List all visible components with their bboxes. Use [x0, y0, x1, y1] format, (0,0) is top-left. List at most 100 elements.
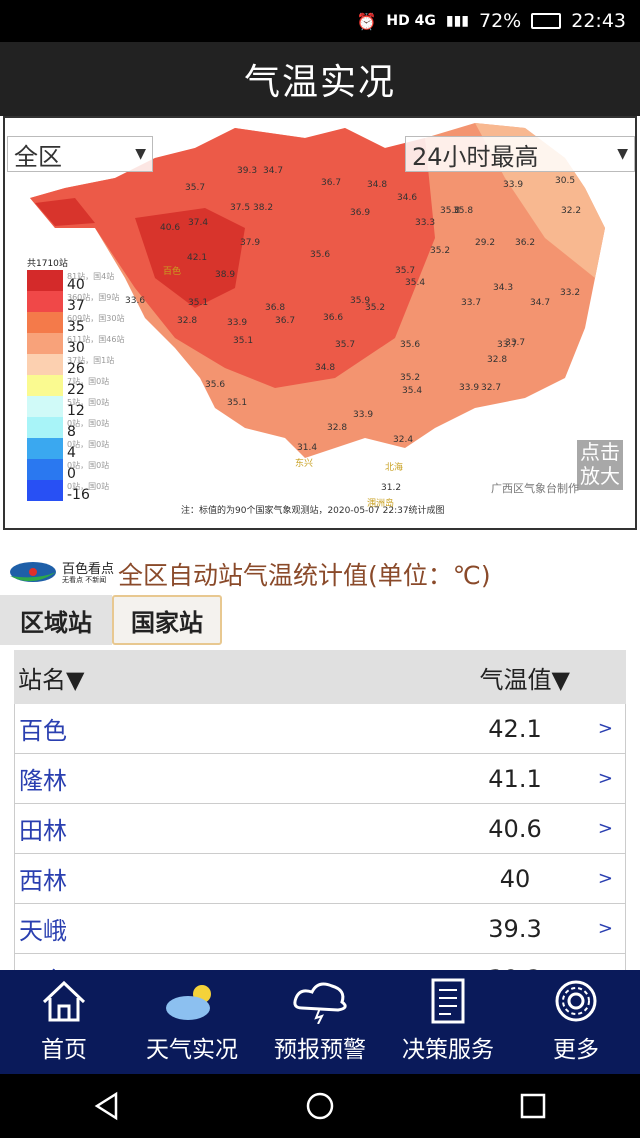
station-value: 35.2 [365, 303, 386, 313]
station-value: 36.8 [265, 303, 286, 313]
nav-label: 天气实况 [146, 1037, 238, 1063]
region-select[interactable]: 全区 ▼ [7, 136, 153, 172]
nav-label: 预报预警 [274, 1037, 366, 1063]
nav-label: 更多 [553, 1037, 599, 1063]
home-circle-icon[interactable] [305, 1091, 335, 1121]
table-row[interactable]: 天峨 39.3 > [14, 904, 626, 954]
table-row[interactable]: 田东39.2> [14, 954, 626, 970]
table-row[interactable]: 百色 42.1 > [14, 704, 626, 754]
legend-swatch [27, 312, 63, 333]
station-value: 35.2 [400, 373, 421, 383]
station-value: 36.2 [515, 238, 536, 248]
station-name: 东兴 [295, 459, 314, 469]
chevron-down-icon: ▼ [617, 146, 628, 162]
tab-national[interactable]: 国家站 [112, 595, 222, 645]
table-row[interactable]: 田林 40.6 > [14, 804, 626, 854]
station-value: 35.6 [400, 340, 421, 350]
station-value: 38.2 [253, 203, 274, 213]
station-value: 36.9 [350, 208, 371, 218]
nav-warning[interactable]: 预报预警 [256, 970, 384, 1074]
element-value: 24小时最高 [412, 142, 539, 171]
temperature-value: 42.1 [488, 714, 542, 743]
station-value: 35.7 [395, 266, 416, 276]
station-name-link[interactable]: 隆林 [19, 761, 67, 796]
station-name: 北海 [385, 463, 404, 473]
recents-icon[interactable] [518, 1091, 548, 1121]
station-value: 33.7 [461, 298, 482, 308]
nav-weather[interactable]: 天气实况 [128, 970, 256, 1074]
station-name-link[interactable]: 百色 [19, 711, 67, 746]
legend-swatch [27, 354, 63, 375]
signal-icon: ▮▮▮ [445, 13, 469, 29]
legend-threshold: 0 [67, 466, 76, 482]
zoom-button[interactable]: 点击放大 [577, 440, 623, 490]
section-title: 全区自动站气温统计值(单位：℃) [118, 561, 491, 590]
chevron-right-icon[interactable]: > [598, 868, 613, 889]
station-name-link[interactable]: 田东 [19, 961, 67, 970]
column-station[interactable]: 站名▼ [18, 660, 84, 695]
system-nav [0, 1074, 640, 1138]
table-header: 站名▼ 气温值▼ [14, 650, 626, 704]
legend-threshold: 37 [67, 298, 85, 314]
station-value: 35.7 [335, 340, 356, 350]
station-value: 30.5 [555, 176, 576, 186]
temperature-table: 站名▼ 气温值▼ 百色 42.1 > 隆林 41.1 > 田林 40.6 > 西林 40 > 天峨 39.… [14, 650, 626, 970]
chevron-right-icon[interactable]: > [598, 818, 613, 839]
station-value: 35.1 [188, 298, 209, 308]
station-value: 35.8 [453, 206, 474, 216]
legend-threshold: -16 [67, 487, 90, 503]
legend-threshold: 35 [67, 319, 85, 335]
chevron-right-icon[interactable]: > [598, 768, 613, 789]
battery-icon [531, 13, 562, 29]
station-value: 37.4 [188, 218, 209, 228]
station-value: 39.3 [237, 166, 258, 176]
nav-more[interactable]: 更多 [512, 970, 640, 1074]
station-value: 31.4 [297, 443, 318, 453]
nav-label: 决策服务 [402, 1037, 494, 1063]
storm-icon [293, 982, 347, 1024]
station-value: 35.6 [310, 250, 331, 260]
station-name-link[interactable]: 田林 [19, 811, 67, 846]
map-note: 注：标值的为90个国家气象观测站，2020-05-07 22:37统计成图 [181, 506, 445, 516]
station-value: 40.6 [160, 223, 181, 233]
station-value: 35.7 [185, 183, 206, 193]
table-row[interactable]: 隆林 41.1 > [14, 754, 626, 804]
gear-icon [555, 980, 597, 1022]
table-row[interactable]: 西林 40 > [14, 854, 626, 904]
station-value: 36.7 [275, 316, 296, 326]
chevron-right-icon[interactable]: > [598, 918, 613, 939]
station-value: 32.8 [487, 355, 508, 365]
legend-swatch [27, 438, 63, 459]
legend-swatch [27, 291, 63, 312]
temperature-map[interactable]: 39.3 34.7 36.7 34.8 35.7 37.5 38.2 36.9 34.6 33.9… [3, 116, 637, 530]
weather-icon [166, 985, 211, 1020]
station-value: 33.9 [459, 383, 480, 393]
chevron-down-icon: ▼ [135, 146, 146, 162]
station-value: 32.2 [561, 206, 582, 216]
station-name-link[interactable]: 天峨 [19, 911, 67, 946]
status-indicators: HD 4G [386, 13, 436, 29]
station-name-link[interactable]: 西林 [19, 861, 67, 896]
station-value: 32.8 [327, 423, 348, 433]
station-value: 34.8 [367, 180, 388, 190]
legend-threshold: 8 [67, 424, 76, 440]
legend-swatch [27, 480, 63, 501]
tab-regional[interactable]: 区域站 [0, 595, 112, 645]
back-icon[interactable] [92, 1091, 122, 1121]
station-value: 34.3 [493, 283, 514, 293]
legend-threshold: 40 [67, 277, 85, 293]
nav-home[interactable]: 首页 [0, 970, 128, 1074]
nav-decision[interactable]: 决策服务 [384, 970, 512, 1074]
station-value: 32.8 [177, 316, 198, 326]
legend-swatch [27, 396, 63, 417]
station-value: 33.9 [353, 410, 374, 420]
station-value: 36.7 [321, 178, 342, 188]
chevron-right-icon[interactable]: > [598, 718, 613, 739]
element-select[interactable]: 24小时最高 ▼ [405, 136, 635, 172]
station-value: 37.5 [230, 203, 251, 213]
document-icon [431, 978, 465, 1024]
temperature-value: 39.3 [488, 914, 542, 943]
station-value: 32.7 [481, 383, 502, 393]
legend-threshold: 4 [67, 445, 76, 461]
column-temperature[interactable]: 气温值▼ [480, 660, 570, 695]
